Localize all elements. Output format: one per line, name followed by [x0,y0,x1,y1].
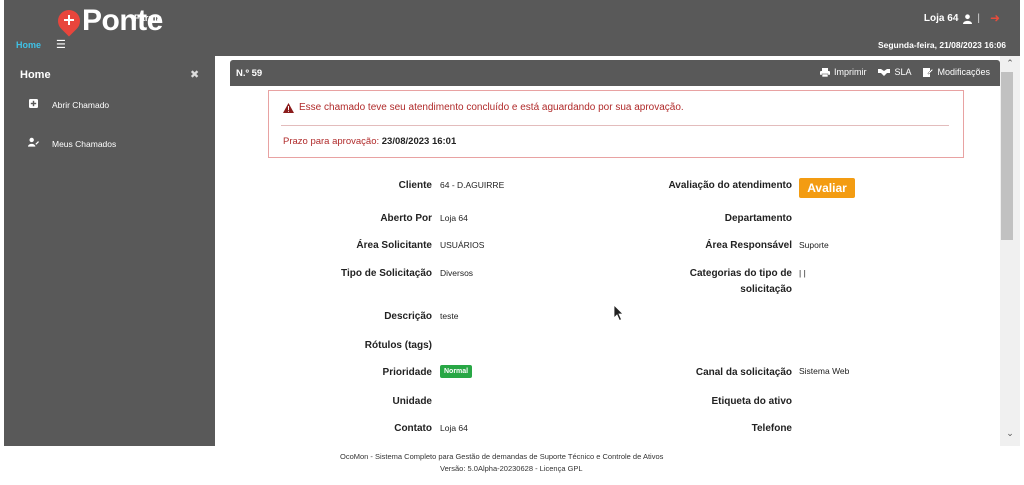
plus-square-icon [28,99,38,111]
scroll-up-icon[interactable]: ⌃ [1000,58,1020,69]
handshake-icon [878,69,891,76]
brand-sup: Farma [134,13,163,23]
field-value-contato: Loja 64 [440,423,468,433]
sidebar: Home ✖ Abrir Chamado Meus Chamados [4,56,215,446]
field-value-area-solicitante: USUÁRIOS [440,240,485,250]
sidebar-item-abrir-chamado[interactable]: Abrir Chamado [28,99,109,111]
sla-button[interactable]: SLA [878,67,911,77]
field-value-descricao: teste [440,311,459,321]
field-value-categorias: | | [799,268,806,278]
field-label-categorias-1: Categorias do tipo de [689,268,792,279]
logout-icon[interactable]: ➜ [990,11,1000,25]
field-value-cliente: 64 - D.AGUIRRE [440,180,505,190]
field-label-aberto-por: Aberto Por [380,213,432,224]
mouse-cursor-icon [614,305,624,321]
field-label-canal: Canal da solicitação [695,367,792,378]
top-navbar: Farma Ponte Home ☰ Loja 64 | ➜ Segunda-f… [4,0,1020,56]
pharmacy-pin-icon [53,5,85,37]
field-label-etiqueta: Etiqueta do ativo [711,396,792,407]
field-label-tipo-solicitacao: Tipo de Solicitação [341,268,432,279]
brand-logo[interactable]: Farma Ponte [53,2,163,37]
modifications-label: Modificações [937,67,990,77]
field-value-aberto-por: Loja 64 [440,213,468,223]
sidebar-item-label: Meus Chamados [52,138,117,149]
print-button[interactable]: Imprimir [819,67,867,77]
field-label-area-solicitante: Área Solicitante [356,240,432,251]
ticket-header: N.º 59 Imprimir SLA Modificações [230,60,1000,86]
ticket-number: N.º 59 [236,68,263,79]
footer-description: OcoMon - Sistema Completo para Gestão de… [340,452,664,461]
warning-icon [283,102,294,113]
home-link[interactable]: Home [16,40,41,50]
avaliar-button[interactable]: Avaliar [799,178,855,198]
field-label-area-responsavel: Área Responsável [705,240,792,251]
current-date: Segunda-feira, 21/08/2023 16:06 [877,40,1006,50]
field-value-area-responsavel: Suporte [799,240,829,250]
sidebar-title: Home [20,69,51,81]
field-label-unidade: Unidade [392,396,432,407]
user-menu[interactable]: Loja 64 | [924,13,980,24]
alert-divider [281,125,949,126]
user-label: Loja 64 [923,13,959,24]
approval-alert: Esse chamado teve seu atendimento conclu… [268,90,964,158]
modifications-button[interactable]: Modificações [923,67,990,77]
hamburger-icon[interactable]: ☰ [56,38,66,51]
field-label-prioridade: Prioridade [382,367,432,378]
alert-message: Esse chamado teve seu atendimento conclu… [299,102,684,113]
sidebar-close-icon[interactable]: ✖ [190,68,199,81]
edit-icon [923,68,934,77]
user-edit-icon [28,137,39,150]
sidebar-item-label: Abrir Chamado [52,100,110,110]
field-label-rotulos: Rótulos (tags) [364,340,432,351]
field-value-tipo-solicitacao: Diversos [440,268,474,278]
user-icon [963,13,973,24]
field-label-categorias-2: solicitação [740,284,792,295]
print-icon [819,67,830,77]
sla-label: SLA [894,67,912,77]
scroll-thumb[interactable] [1001,72,1013,240]
deadline-label: Prazo para aprovação: [283,136,380,147]
field-label-contato: Contato [394,423,432,434]
footer-version: Versão: 5.0Alpha-20230628 - Licença GPL [440,464,583,473]
field-label-descricao: Descrição [384,311,432,322]
user-separator: | [977,13,980,24]
deadline-value: 23/08/2023 16:01 [381,136,457,147]
field-label-avaliacao: Avaliação do atendimento [668,180,792,191]
print-label: Imprimir [833,67,867,77]
scroll-down-icon[interactable]: ⌄ [1000,428,1020,439]
field-label-departamento: Departamento [724,213,792,224]
field-value-canal: Sistema Web [799,366,850,376]
priority-badge: Normal [440,365,473,378]
field-label-telefone: Telefone [751,423,792,434]
sidebar-item-meus-chamados[interactable]: Meus Chamados [28,137,116,150]
main-scrollbar[interactable]: ⌃ ⌄ [1000,56,1020,446]
field-label-cliente: Cliente [398,180,432,191]
